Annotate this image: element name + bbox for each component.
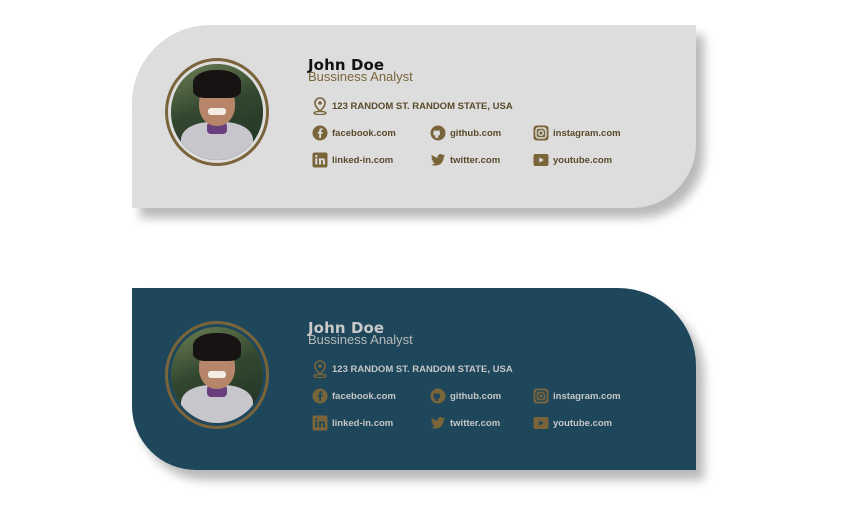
location-icon [312,97,328,115]
twitter-link[interactable]: twitter.com [430,415,500,431]
youtube-icon [533,152,549,168]
github-icon [430,388,446,404]
facebook-link-text[interactable]: facebook.com [332,391,396,402]
facebook-icon [312,125,328,141]
twitter-icon [430,415,446,431]
linkedin-link-text[interactable]: linked-in.com [332,418,393,429]
linkedin-icon [312,415,328,431]
avatar [171,327,263,423]
signature-card-dark: John Doe Bussiness Analyst 123 RANDOM ST… [132,288,696,470]
linkedin-link-text[interactable]: linked-in.com [332,155,393,166]
facebook-icon [312,388,328,404]
facebook-link-text[interactable]: facebook.com [332,128,396,139]
avatar-ring [165,321,269,429]
instagram-link[interactable]: instagram.com [533,388,621,404]
address-text: 123 RANDOM ST. RANDOM STATE, USA [332,100,513,112]
instagram-link-text[interactable]: instagram.com [553,128,621,139]
github-link-text[interactable]: github.com [450,391,501,402]
address-text: 123 RANDOM ST. RANDOM STATE, USA [332,363,513,375]
twitter-link[interactable]: twitter.com [430,152,500,168]
youtube-icon [533,415,549,431]
github-link-text[interactable]: github.com [450,128,501,139]
youtube-link-text[interactable]: youtube.com [553,418,612,429]
instagram-icon [533,125,549,141]
twitter-link-text[interactable]: twitter.com [450,155,500,166]
instagram-link-text[interactable]: instagram.com [553,391,621,402]
avatar [171,64,263,160]
facebook-link[interactable]: facebook.com [312,388,396,404]
person-role: Bussiness Analyst [308,69,413,84]
youtube-link[interactable]: youtube.com [533,152,612,168]
youtube-link-text[interactable]: youtube.com [553,155,612,166]
github-link[interactable]: github.com [430,388,501,404]
avatar-ring [165,58,269,166]
linkedin-icon [312,152,328,168]
location-icon [312,360,328,378]
youtube-link[interactable]: youtube.com [533,415,612,431]
linkedin-link[interactable]: linked-in.com [312,152,393,168]
github-icon [430,125,446,141]
signature-card-light: John Doe Bussiness Analyst 123 RANDOM ST… [132,25,696,208]
twitter-icon [430,152,446,168]
address-row: 123 RANDOM ST. RANDOM STATE, USA [312,360,513,378]
linkedin-link[interactable]: linked-in.com [312,415,393,431]
facebook-link[interactable]: facebook.com [312,125,396,141]
github-link[interactable]: github.com [430,125,501,141]
instagram-icon [533,388,549,404]
instagram-link[interactable]: instagram.com [533,125,621,141]
twitter-link-text[interactable]: twitter.com [450,418,500,429]
person-role: Bussiness Analyst [308,332,413,347]
address-row: 123 RANDOM ST. RANDOM STATE, USA [312,97,513,115]
